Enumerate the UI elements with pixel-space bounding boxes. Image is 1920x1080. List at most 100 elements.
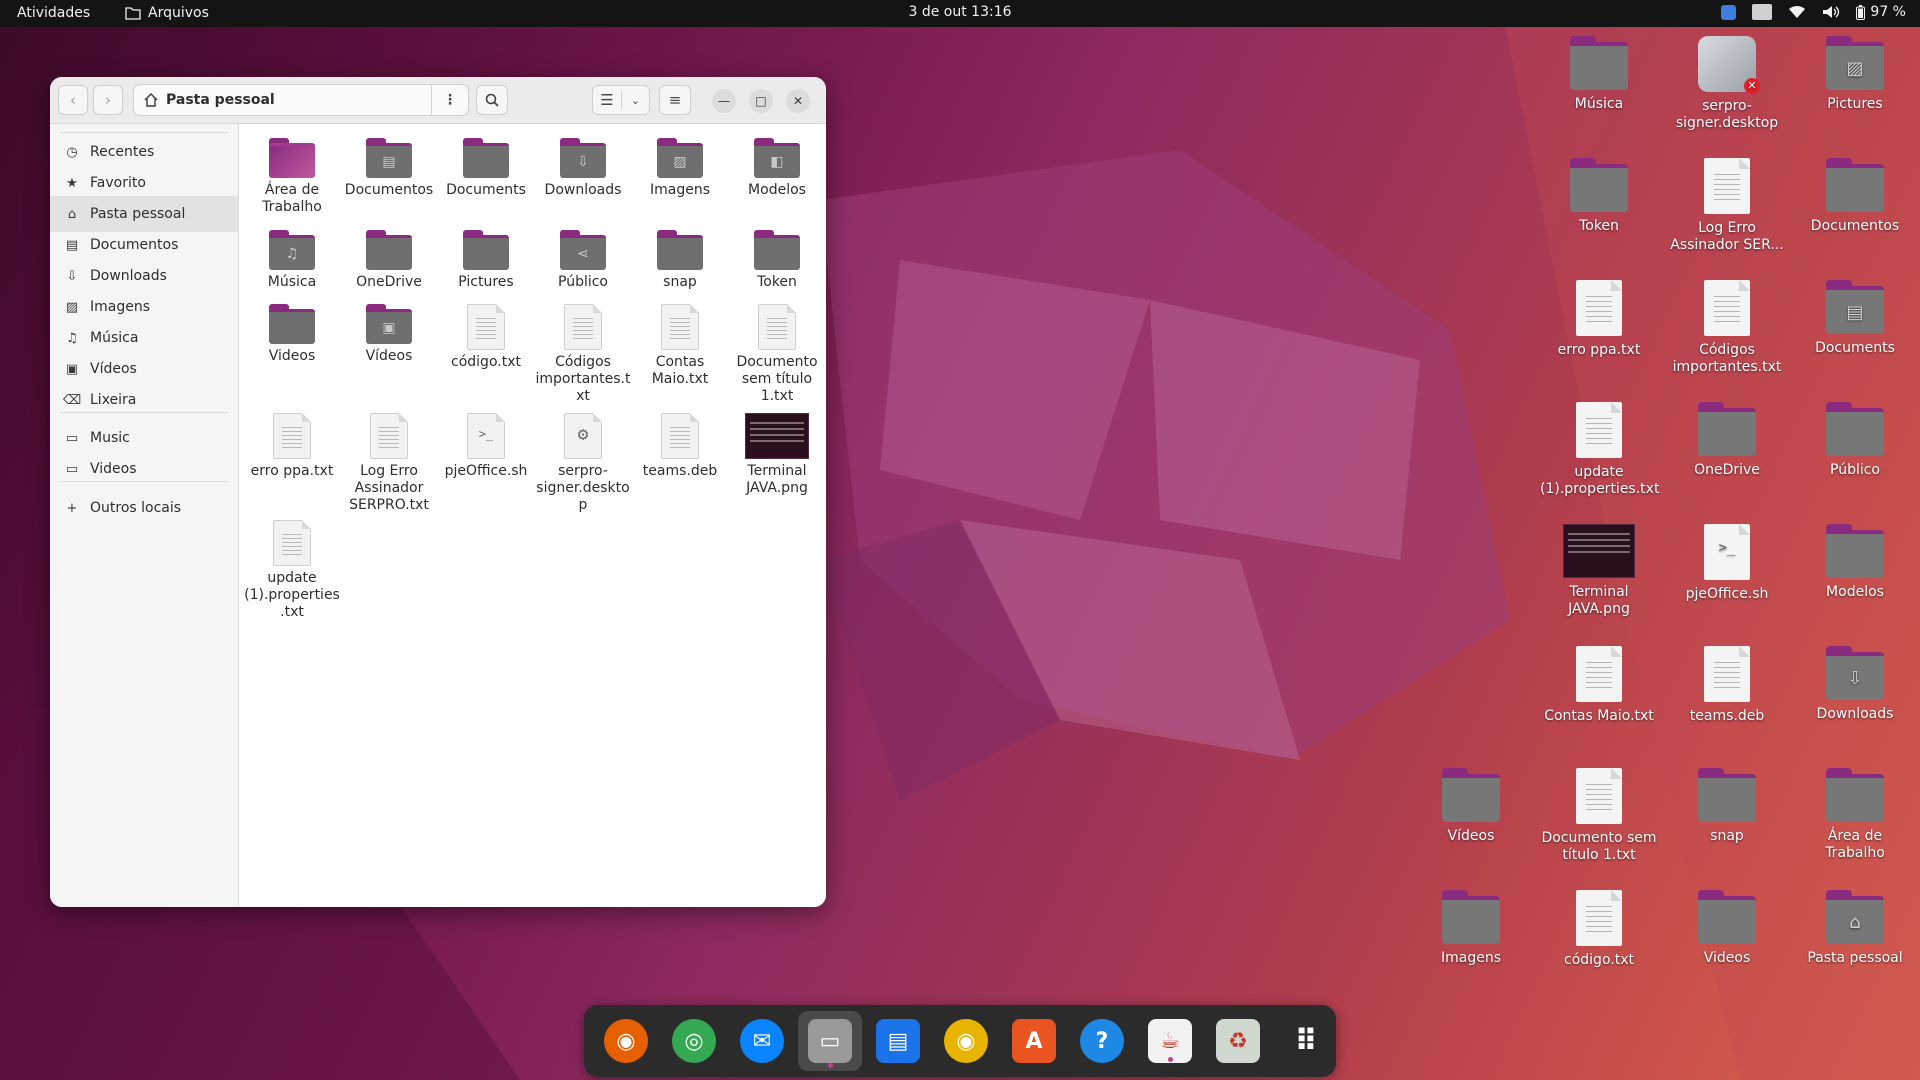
desktop-icon-modelos[interactable]: Modelos bbox=[1796, 524, 1914, 601]
desktop-icon-serpro-signer-desktop[interactable]: ✕ serpro-signer.desktop bbox=[1668, 36, 1786, 132]
desktop-icon-documentos[interactable]: Documentos bbox=[1796, 158, 1914, 235]
desktop-icon-update-1-properties-txt[interactable]: update (1).properties.txt bbox=[1540, 402, 1659, 498]
desktop-icon-imagens[interactable]: Imagens bbox=[1412, 890, 1530, 967]
text-lines bbox=[1586, 662, 1612, 688]
file-item-musica[interactable]: ♫ Música bbox=[244, 230, 340, 291]
wifi-icon[interactable] bbox=[1788, 5, 1806, 19]
desktop-icon-log-erro-assinador-ser[interactable]: Log Erro Assinador SER... bbox=[1668, 158, 1786, 254]
desktop-icon-downloads[interactable]: ⇩ Downloads bbox=[1796, 646, 1914, 723]
maximize-button[interactable]: □ bbox=[749, 89, 773, 113]
file-item-snap[interactable]: snap bbox=[632, 230, 728, 291]
forward-button[interactable]: › bbox=[93, 85, 123, 115]
view-toggle-button[interactable]: ☰ ⌄ bbox=[592, 85, 650, 115]
desktop-icon-documents[interactable]: ▤ Documents bbox=[1796, 280, 1914, 357]
keyboard-layout-icon[interactable] bbox=[1752, 4, 1773, 20]
file-item-erro-ppa-txt[interactable]: erro ppa.txt bbox=[244, 413, 340, 480]
text-file-icon bbox=[467, 304, 505, 350]
file-item-publico[interactable]: ⋖ Público bbox=[535, 230, 631, 291]
app-grid-launcher[interactable]: ⠿ bbox=[1282, 1017, 1330, 1065]
search-button[interactable] bbox=[476, 85, 508, 115]
folder-body bbox=[463, 235, 509, 270]
help-launcher[interactable]: ? bbox=[1078, 1017, 1126, 1065]
file-item-documents[interactable]: Documents bbox=[438, 138, 534, 199]
path-bar[interactable]: Pasta pessoal ⋮ bbox=[133, 84, 469, 116]
desktop-icon-snap[interactable]: snap bbox=[1668, 768, 1786, 845]
desktop-icon-pjeoffice-sh[interactable]: >_ pjeOffice.sh bbox=[1668, 524, 1786, 603]
app-menu[interactable]: Arquivos bbox=[125, 5, 209, 21]
writer-launcher[interactable]: ▤ bbox=[874, 1017, 922, 1065]
desktop-icon-pictures[interactable]: ▨ Pictures bbox=[1796, 36, 1914, 113]
file-item-videos[interactable]: Videos bbox=[244, 304, 340, 365]
path-label[interactable]: Pasta pessoal bbox=[166, 92, 275, 108]
desktop-icon-label: Imagens bbox=[1440, 950, 1501, 966]
desktop-icon-musica[interactable]: Música bbox=[1540, 36, 1658, 113]
file-item-contas-maio-txt[interactable]: Contas Maio.txt bbox=[632, 304, 728, 388]
desktop-icon-videos[interactable]: Videos bbox=[1668, 890, 1786, 967]
main-menu-button[interactable]: ≡ bbox=[659, 85, 691, 115]
desktop-icon-onedrive[interactable]: OneDrive bbox=[1668, 402, 1786, 479]
file-item-token[interactable]: Token bbox=[729, 230, 825, 291]
system-tray[interactable]: 97 % bbox=[1721, 4, 1906, 20]
close-button[interactable]: ✕ bbox=[786, 89, 810, 113]
rhythmbox-launcher[interactable]: ◉ bbox=[942, 1017, 990, 1065]
file-item-modelos[interactable]: ◧ Modelos bbox=[729, 138, 825, 199]
file-item-videos[interactable]: ▣ Vídeos bbox=[341, 304, 437, 365]
desktop-icon-terminal-java-png[interactable]: Terminal JAVA.png bbox=[1540, 524, 1658, 618]
tray-app-icon[interactable] bbox=[1721, 4, 1737, 20]
sidebar-item-outros-locais[interactable]: + Outros locais bbox=[50, 490, 238, 526]
path-menu-button[interactable]: ⋮ bbox=[431, 85, 468, 115]
file-item-onedrive[interactable]: OneDrive bbox=[341, 230, 437, 291]
page-fold bbox=[1739, 280, 1750, 291]
desktop-icon-label: Videos bbox=[1703, 950, 1751, 966]
desktop-icon-erro-ppa-txt[interactable]: erro ppa.txt bbox=[1540, 280, 1658, 359]
folder-icon bbox=[1826, 158, 1884, 212]
minimize-button[interactable]: — bbox=[712, 89, 736, 113]
text-file-icon bbox=[1704, 646, 1750, 702]
volume-icon[interactable] bbox=[1822, 5, 1840, 19]
sidebar-item-label: Pasta pessoal bbox=[90, 206, 186, 222]
file-manager-window: ‹ › Pasta pessoal ⋮ ☰ ⌄ ≡ — □ ✕ ◷ Recente… bbox=[50, 77, 826, 907]
desktop-icon-contas-maio-txt[interactable]: Contas Maio.txt bbox=[1540, 646, 1658, 725]
file-item-documento-sem-titulo-1-txt[interactable]: Documento sem título 1.txt bbox=[729, 304, 825, 405]
files-launcher[interactable]: ▭ bbox=[798, 1011, 862, 1071]
desktop-icon-area-de-trabalho[interactable]: Área de Trabalho bbox=[1796, 768, 1914, 862]
clock[interactable]: 3 de out 13:16 bbox=[908, 4, 1011, 20]
firefox-launcher[interactable]: ◉ bbox=[602, 1017, 650, 1065]
trash-launcher[interactable]: ♻ bbox=[1214, 1017, 1262, 1065]
file-item-serpro-signer-desktop[interactable]: ⚙ serpro-signer.desktop bbox=[535, 413, 631, 514]
file-item-pjeoffice-sh[interactable]: >_ pjeOffice.sh bbox=[438, 413, 534, 480]
desktop-icon-publico[interactable]: Público bbox=[1796, 402, 1914, 479]
file-item-terminal-java-png[interactable]: Terminal JAVA.png bbox=[729, 413, 825, 497]
file-item-downloads[interactable]: ⇩ Downloads bbox=[535, 138, 631, 199]
thunderbird-launcher[interactable]: ✉ bbox=[738, 1017, 786, 1065]
file-item-teams-deb[interactable]: teams.deb bbox=[632, 413, 728, 480]
close-icon: ✕ bbox=[792, 94, 804, 108]
battery-icon[interactable] bbox=[1856, 4, 1866, 20]
page-fold bbox=[1611, 890, 1622, 901]
desktop-icon-teams-deb[interactable]: teams.deb bbox=[1668, 646, 1786, 725]
chevron-right-icon: › bbox=[105, 91, 111, 109]
file-label: Terminal JAVA.png bbox=[746, 463, 808, 496]
desktop-icon-videos[interactable]: Vídeos bbox=[1412, 768, 1530, 845]
desktop-icon-label: Documento sem título 1.txt bbox=[1541, 830, 1657, 863]
desktop-icon-codigos-importantes-txt[interactable]: Códigos importantes.txt bbox=[1668, 280, 1786, 376]
desktop-icon-codigo-txt[interactable]: código.txt bbox=[1540, 890, 1658, 969]
desktop-icon-token[interactable]: Token bbox=[1540, 158, 1658, 235]
desktop-icon-documento-sem-titulo-1-txt[interactable]: Documento sem título 1.txt bbox=[1540, 768, 1658, 864]
file-label: Downloads bbox=[544, 182, 622, 198]
file-item-imagens[interactable]: ▨ Imagens bbox=[632, 138, 728, 199]
java-launcher[interactable]: ☕ bbox=[1146, 1017, 1194, 1065]
file-item-log-erro-assinador-serpro-txt[interactable]: Log Erro Assinador SERPRO.txt bbox=[341, 413, 437, 514]
file-item-codigos-importantes-txt[interactable]: Códigos importantes.txt bbox=[535, 304, 631, 405]
folder-body bbox=[1826, 774, 1884, 822]
file-item-pictures[interactable]: Pictures bbox=[438, 230, 534, 291]
activities-button[interactable]: Atividades bbox=[17, 5, 90, 21]
chrome-launcher[interactable]: ◎ bbox=[670, 1017, 718, 1065]
desktop-icon-pasta-pessoal[interactable]: ⌂ Pasta pessoal bbox=[1796, 890, 1914, 967]
file-item-documentos[interactable]: ▤ Documentos bbox=[341, 138, 437, 199]
back-button[interactable]: ‹ bbox=[58, 85, 88, 115]
file-item-update-1-properties-txt[interactable]: update (1).properties.txt bbox=[244, 520, 340, 621]
software-center-launcher[interactable]: A bbox=[1010, 1017, 1058, 1065]
file-item-area-de-trabalho[interactable]: Área de Trabalho bbox=[244, 138, 340, 216]
file-item-codigo-txt[interactable]: código.txt bbox=[438, 304, 534, 371]
